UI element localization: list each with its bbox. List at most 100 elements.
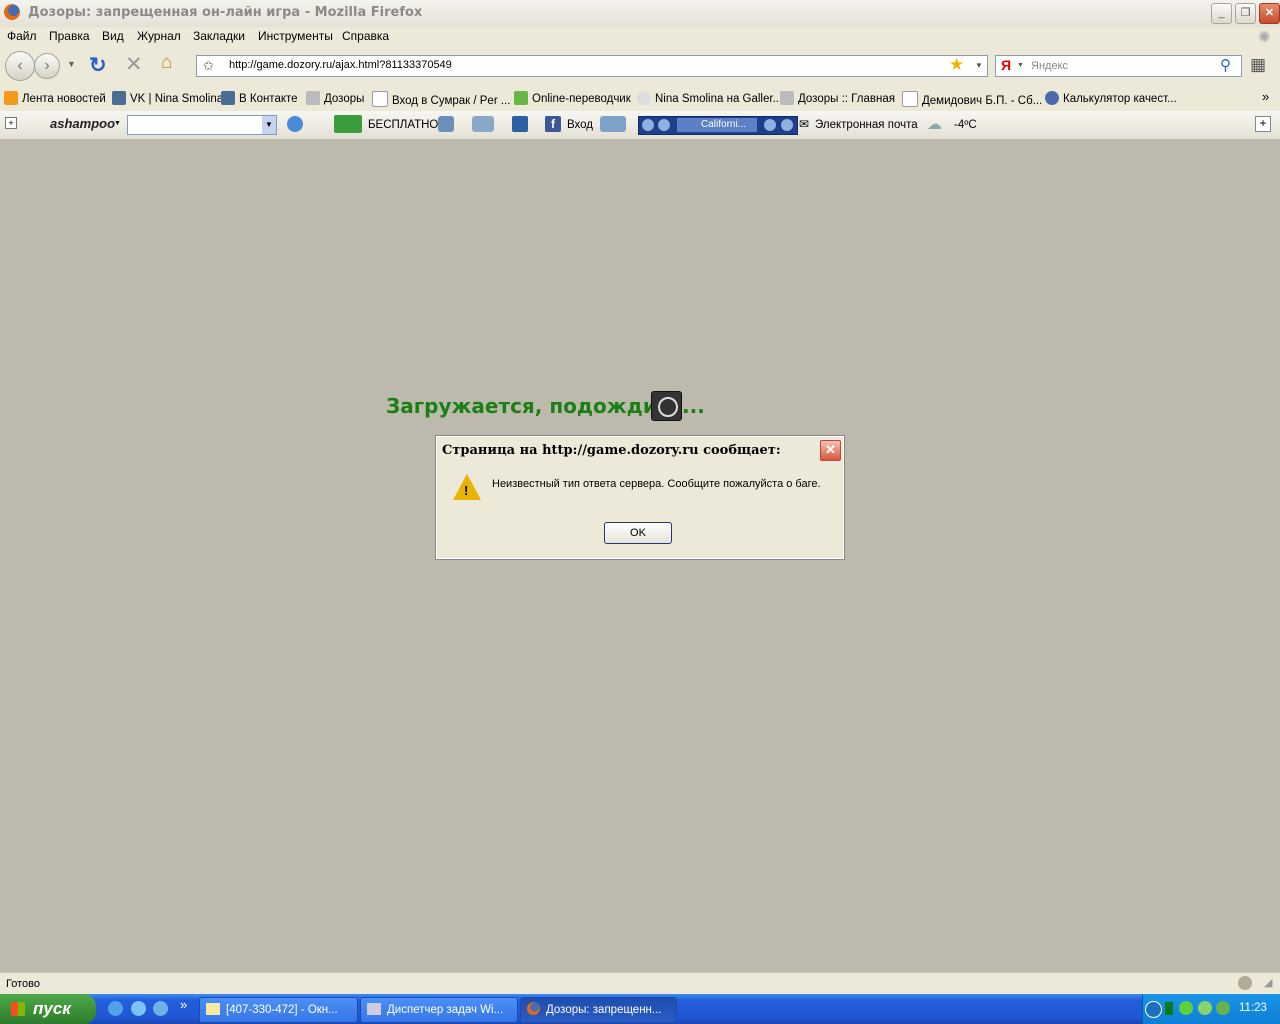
mail-link[interactable]: Электронная почта bbox=[815, 119, 918, 131]
ok-button[interactable]: OK bbox=[604, 522, 672, 544]
bookmark-label: Демидович Б.П. - Сб... bbox=[922, 95, 1043, 107]
rss-icon bbox=[4, 91, 18, 105]
quicklaunch-overflow-icon[interactable]: » bbox=[180, 997, 187, 1012]
menu-history[interactable]: Журнал bbox=[137, 29, 181, 43]
brand-dropdown-icon[interactable]: ▼ bbox=[114, 120, 121, 127]
bookmark-item[interactable]: Демидович Б.П. - Сб... bbox=[902, 91, 1042, 107]
widget-icon[interactable] bbox=[512, 116, 528, 132]
search-icon[interactable]: ⚲ bbox=[1220, 56, 1231, 74]
chat-icon[interactable] bbox=[600, 116, 626, 132]
title-bar[interactable]: Дозоры: запрещенная он-лайн игра - Mozil… bbox=[0, 0, 1280, 28]
station-select[interactable]: Californi... bbox=[677, 118, 757, 132]
bookmark-label: Калькулятор качест... bbox=[1063, 93, 1177, 105]
dialog-close-button[interactable]: ✕ bbox=[820, 440, 841, 461]
menu-edit[interactable]: Правка bbox=[49, 29, 90, 43]
toolbar-menu-icon[interactable]: + bbox=[5, 117, 17, 129]
minimize-button[interactable]: _ bbox=[1211, 3, 1232, 24]
prev-icon[interactable] bbox=[642, 119, 654, 131]
gallery-icon bbox=[637, 91, 651, 105]
menu-tools[interactable]: Инструменты bbox=[258, 29, 333, 43]
back-button[interactable]: ‹ bbox=[5, 51, 35, 81]
menu-bookmarks[interactable]: Закладки bbox=[193, 29, 245, 43]
go-arrow-icon[interactable] bbox=[287, 116, 303, 132]
ashampoo-logo[interactable]: ashampoo bbox=[50, 116, 115, 131]
task-label: Дозоры: запрещенн... bbox=[546, 1004, 662, 1016]
firefox-icon bbox=[527, 1002, 540, 1015]
tray-expand-icon[interactable] bbox=[1145, 1001, 1162, 1018]
bookmark-item[interactable]: Калькулятор качест... bbox=[1045, 91, 1177, 105]
search-input[interactable]: Яндекс bbox=[1031, 60, 1068, 72]
radio-player[interactable]: Californi... bbox=[638, 116, 798, 135]
minus-icon[interactable] bbox=[781, 119, 793, 131]
restore-button[interactable]: ❐ bbox=[1235, 3, 1256, 24]
translator-icon bbox=[514, 91, 528, 105]
bookmark-label: В Контакте bbox=[239, 93, 298, 105]
forward-button[interactable]: › bbox=[34, 53, 60, 79]
vk-icon bbox=[112, 91, 126, 105]
free-link[interactable]: БЕСПЛАТНО bbox=[368, 119, 438, 131]
play-icon[interactable] bbox=[658, 119, 670, 131]
login-link[interactable]: Вход bbox=[567, 119, 593, 131]
ie-icon[interactable] bbox=[108, 1001, 123, 1016]
menu-file[interactable]: Файл bbox=[7, 29, 37, 43]
resize-grip-icon[interactable]: ◢ bbox=[1264, 976, 1272, 989]
volume-icon[interactable] bbox=[764, 119, 776, 131]
bookmark-item[interactable]: Лента новостей bbox=[4, 91, 106, 105]
gamepad-icon[interactable] bbox=[472, 116, 494, 132]
tray-app-icon[interactable] bbox=[1165, 1002, 1173, 1015]
addon-status-icon[interactable] bbox=[1238, 976, 1252, 990]
warning-exclamation-icon: ! bbox=[464, 483, 469, 498]
bookmarks-overflow-icon[interactable]: » bbox=[1262, 89, 1269, 104]
tray-antivirus-icon[interactable] bbox=[1216, 1001, 1230, 1015]
bookmark-item[interactable]: Online-переводчик bbox=[514, 91, 631, 105]
tray-status-icon[interactable] bbox=[1198, 1001, 1212, 1015]
bookmark-item[interactable]: Вход в Сумрак / Per ... bbox=[372, 91, 510, 107]
site-identity-icon[interactable]: ✩ bbox=[203, 58, 214, 74]
bookmark-item[interactable]: Nina Smolina на Galler... bbox=[637, 91, 782, 105]
menu-help[interactable]: Справка bbox=[342, 29, 389, 43]
spinner-ring-icon bbox=[658, 397, 678, 417]
bookmark-item[interactable]: VK | Nina Smolina bbox=[112, 91, 223, 105]
bookmark-label: VK | Nina Smolina bbox=[130, 93, 224, 105]
bookmark-item[interactable]: В Контакте bbox=[221, 91, 298, 105]
engine-dropdown-icon[interactable]: ▼ bbox=[1017, 62, 1024, 69]
task-button-active[interactable]: Дозоры: запрещенн... bbox=[520, 997, 677, 1023]
navigation-toolbar: ‹ › ▼ ↻ ✕ ⌂ ✩ http://game.dozory.ru/ajax… bbox=[0, 47, 1280, 85]
download-icon[interactable] bbox=[334, 115, 362, 133]
bookmark-label: Nina Smolina на Galler... bbox=[655, 93, 783, 105]
home-icon[interactable]: ⌂ bbox=[161, 52, 172, 74]
app-icon[interactable] bbox=[438, 116, 454, 132]
bookmark-label: Дозоры :: Главная bbox=[798, 93, 895, 105]
quicklaunch-icon[interactable] bbox=[131, 1001, 146, 1016]
menu-view[interactable]: Вид bbox=[102, 29, 124, 43]
loading-spinner-icon bbox=[651, 391, 682, 421]
url-dropdown-icon[interactable]: ▼ bbox=[975, 61, 983, 70]
icq-icon[interactable] bbox=[1179, 1001, 1193, 1015]
combo-dropdown-icon[interactable]: ▼ bbox=[262, 116, 276, 134]
bookmarks-toolbar: Лента новостей VK | Nina Smolina В Конта… bbox=[0, 85, 1280, 111]
bookmark-label: Вход в Сумрак / Per ... bbox=[392, 95, 511, 107]
bookmark-item[interactable]: Дозоры bbox=[306, 91, 364, 105]
toolbar-search-combo[interactable]: ▼ bbox=[127, 115, 277, 135]
bookmark-item[interactable]: Дозоры :: Главная bbox=[780, 91, 895, 105]
window-title: Дозоры: запрещенная он-лайн игра - Mozil… bbox=[28, 5, 423, 20]
tabs-grid-icon[interactable]: ▦ bbox=[1250, 55, 1266, 75]
task-button[interactable]: Диспетчер задач Wi... bbox=[360, 997, 518, 1023]
weather-temp[interactable]: -4ºC bbox=[954, 119, 977, 131]
yandex-engine-icon[interactable]: Я bbox=[1001, 57, 1011, 73]
add-toolbar-icon[interactable]: + bbox=[1255, 116, 1271, 132]
url-bar[interactable]: ✩ http://game.dozory.ru/ajax.html?811333… bbox=[196, 55, 988, 77]
bookmark-label: Дозоры bbox=[324, 93, 365, 105]
search-bar[interactable]: Я ▼ Яндекс ⚲ bbox=[995, 55, 1242, 77]
quicklaunch-icon[interactable] bbox=[153, 1001, 168, 1016]
facebook-icon[interactable]: f bbox=[545, 116, 561, 132]
close-button[interactable]: ✕ bbox=[1259, 3, 1280, 24]
start-button[interactable]: пуск bbox=[0, 994, 96, 1024]
reload-icon[interactable]: ↻ bbox=[89, 53, 107, 78]
stop-icon[interactable]: ✕ bbox=[125, 52, 143, 77]
dialog-message: Неизвестный тип ответа сервера. Сообщите… bbox=[492, 478, 821, 490]
alert-dialog: Страница на http://game.dozory.ru сообща… bbox=[435, 435, 845, 560]
task-button[interactable]: [407-330-472] - Окн... bbox=[199, 997, 358, 1023]
history-dropdown-icon[interactable]: ▼ bbox=[67, 59, 76, 69]
bookmark-star-icon[interactable]: ★ bbox=[949, 55, 964, 75]
